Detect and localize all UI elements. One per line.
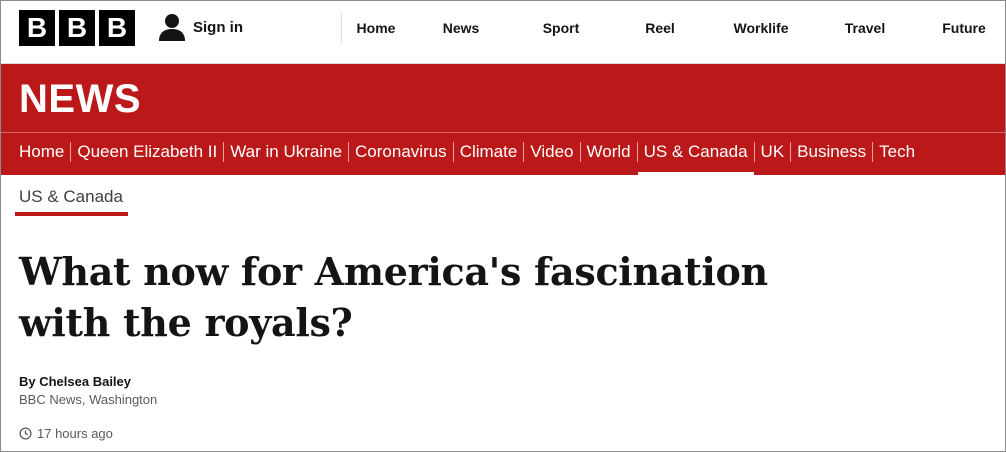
author-name: By Chelsea Bailey	[19, 374, 132, 389]
logo-block: B	[59, 10, 95, 46]
section-nav-war-in-ukraine[interactable]: War in Ukraine	[224, 142, 350, 162]
timestamp: 17 hours ago	[19, 426, 113, 441]
timestamp-text: 17 hours ago	[37, 426, 113, 441]
section-nav-world[interactable]: World	[581, 142, 638, 162]
banner-divider	[1, 132, 1005, 133]
logo-block: B	[99, 10, 135, 46]
global-nav-reel[interactable]: Reel	[610, 13, 710, 43]
news-title[interactable]: NEWS	[19, 77, 141, 122]
logo-block: B	[19, 10, 55, 46]
user-icon	[159, 14, 185, 41]
headline-line: with the royals?	[19, 300, 353, 345]
global-nav-future[interactable]: Future	[918, 13, 1005, 43]
global-nav-travel[interactable]: Travel	[812, 13, 918, 43]
section-nav-queen-elizabeth[interactable]: Queen Elizabeth II	[71, 142, 225, 162]
sign-in-link[interactable]: Sign in	[159, 13, 243, 41]
subsection-underline	[15, 212, 128, 216]
subsection-link[interactable]: US & Canada	[19, 187, 123, 207]
section-nav-uk[interactable]: UK	[755, 142, 792, 162]
global-nav-home[interactable]: Home	[342, 13, 410, 43]
section-nav-video[interactable]: Video	[524, 142, 581, 162]
section-nav-coronavirus[interactable]: Coronavirus	[349, 142, 454, 162]
byline: By Chelsea Bailey BBC News, Washington	[19, 373, 157, 409]
author-role: BBC News, Washington	[19, 392, 158, 407]
bbc-logo[interactable]: B B B	[19, 10, 135, 46]
global-nav-sport[interactable]: Sport	[512, 13, 610, 43]
section-nav-tech[interactable]: Tech	[873, 142, 921, 162]
clock-icon	[19, 427, 32, 440]
sign-in-label: Sign in	[193, 18, 243, 36]
global-nav-news[interactable]: News	[410, 13, 512, 43]
page-frame: B B B Sign in Home News Sport Reel Workl…	[0, 0, 1006, 452]
global-nav-worklife[interactable]: Worklife	[710, 13, 812, 43]
section-nav-business[interactable]: Business	[791, 142, 874, 162]
section-nav-climate[interactable]: Climate	[454, 142, 525, 162]
global-header: B B B Sign in Home News Sport Reel Workl…	[1, 1, 1005, 64]
news-banner: NEWS Home Queen Elizabeth II War in Ukra…	[1, 64, 1005, 176]
section-nav: Home Queen Elizabeth II War in Ukraine C…	[19, 142, 921, 176]
section-nav-home[interactable]: Home	[19, 142, 72, 162]
headline-line: What now for America's fascination	[19, 249, 768, 294]
global-nav: Home News Sport Reel Worklife Travel Fut…	[341, 13, 1005, 43]
article-headline: What now for America's fascination with …	[19, 246, 919, 348]
section-nav-us-canada[interactable]: US & Canada	[637, 142, 755, 176]
